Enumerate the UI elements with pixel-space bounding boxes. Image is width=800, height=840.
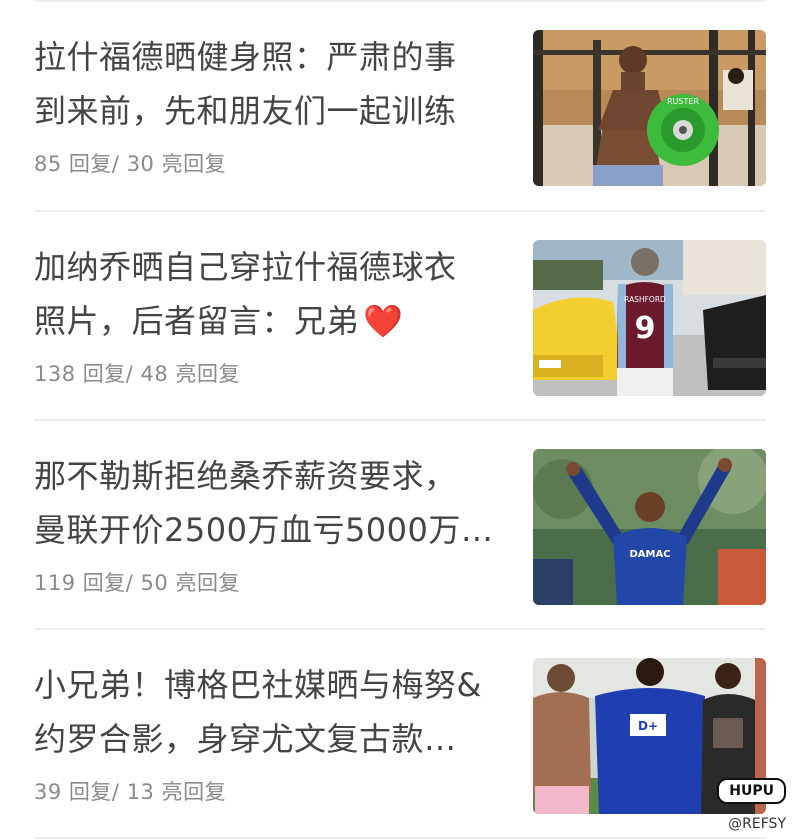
lit-reply-count: 13 [126,780,155,804]
hupu-logo-watermark: HUPU [717,778,786,804]
lit-reply-count: 30 [126,152,155,176]
celebration-photo-icon: DAMAC [533,449,766,605]
heart-emoji-icon: ❤️ [363,302,404,340]
item-title-text: 照片，后者留言：兄弟 [34,302,360,340]
lit-reply-count: 48 [140,362,169,386]
item-title-line: 加纳乔晒自己穿拉什福德球衣 [34,248,457,286]
item-title-line: 拉什福德晒健身照：严肃的事 [34,38,457,76]
item-title-line: 到来前，先和朋友们一起训练 [34,92,457,130]
jersey-photo-icon: RASHFORD 9 [533,240,766,396]
item-title-line: 那不勒斯拒绝桑乔薪资要求， [34,457,457,495]
reply-count: 39 [34,780,62,804]
svg-text:RUSTER: RUSTER [667,97,699,106]
feed-item-garnacho-jersey[interactable]: 加纳乔晒自己穿拉什福德球衣 照片，后者留言：兄弟 ❤️ 138 回复/ 48 亮回… [0,212,800,420]
item-title-line: 小兄弟！博格巴社媒晒与梅努& [34,666,482,704]
feed-item-rashford-gym[interactable]: 拉什福德晒健身照：严肃的事 到来前，先和朋友们一起训练 85 回复/ 30 亮回… [0,2,800,210]
lit-reply-label: 亮回复 [161,780,227,804]
jersey-name: RASHFORD [624,295,666,304]
item-thumbnail[interactable]: RASHFORD 9 [533,240,766,396]
lit-reply-label: 亮回复 [175,362,240,386]
lit-reply-count: 50 [140,571,169,595]
item-thumbnail[interactable]: RUSTER [533,30,766,186]
feed-item-sancho-napoli[interactable]: 那不勒斯拒绝桑乔薪资要求， 曼联开价2500万血亏5000万… 119 回复/ … [0,421,800,629]
item-title[interactable]: 拉什福德晒健身照：严肃的事 到来前，先和朋友们一起训练 [34,30,514,138]
lit-reply-label: 亮回复 [175,571,240,595]
item-title-line: 照片，后者留言：兄弟 ❤️ [34,294,514,348]
news-feed: 拉什福德晒健身照：严肃的事 到来前，先和朋友们一起训练 85 回复/ 30 亮回… [0,0,800,840]
item-thumbnail[interactable]: DAMAC [533,449,766,605]
jersey-number: 9 [635,311,656,346]
item-title-line: 约罗合影，身穿尤文复古款… [34,720,457,758]
item-title-line: 曼联开价2500万血亏5000万… [34,511,494,549]
gym-photo-icon: RUSTER [533,30,766,186]
author-handle-watermark: @REFSY [728,816,786,832]
reply-count: 85 [34,152,62,176]
sponsor-text: DAMAC [629,549,670,560]
item-meta: 39 回复/ 13 亮回复 [34,776,226,806]
item-title[interactable]: 加纳乔晒自己穿拉什福德球衣 照片，后者留言：兄弟 ❤️ [34,240,514,348]
reply-count: 119 [34,571,76,595]
reply-label: 回复/ [68,152,120,176]
reply-label: 回复/ [68,780,120,804]
reply-label: 回复/ [82,362,134,386]
item-meta: 85 回复/ 30 亮回复 [34,148,226,178]
divider [34,837,766,839]
lit-reply-label: 亮回复 [161,152,227,176]
item-meta: 138 回复/ 48 亮回复 [34,358,240,388]
reply-count: 138 [34,362,76,386]
feed-item-pogba-photo[interactable]: 小兄弟！博格巴社媒晒与梅努& 约罗合影，身穿尤文复古款… 39 回复/ 13 亮… [0,630,800,838]
sponsor-text: D+ [638,719,658,733]
item-title[interactable]: 那不勒斯拒绝桑乔薪资要求， 曼联开价2500万血亏5000万… [34,449,514,557]
item-title[interactable]: 小兄弟！博格巴社媒晒与梅努& 约罗合影，身穿尤文复古款… [34,658,514,766]
item-meta: 119 回复/ 50 亮回复 [34,567,240,597]
reply-label: 回复/ [82,571,134,595]
